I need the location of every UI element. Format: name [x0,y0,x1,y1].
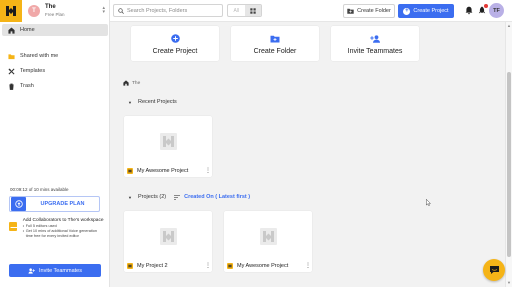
project-thumbnail [224,211,312,261]
user-avatar[interactable]: TF [489,3,504,18]
workspace-avatar: T [28,5,40,17]
caret-down-icon[interactable]: ▼ [128,195,132,200]
sidebar-item-shared[interactable]: Shared with me [2,50,108,62]
more-vertical-icon[interactable]: ⋮ [205,168,211,174]
project-thumbnail [124,211,212,261]
envelope-icon [9,222,21,231]
chat-support-button[interactable] [483,259,505,281]
grid-icon [250,7,256,14]
invite-teammates-card[interactable]: Invite Teammates [331,26,419,61]
project-card[interactable]: My Awesome Project ⋮ [224,211,312,272]
project-name: My Project 2 [137,263,168,269]
create-folder-card[interactable]: Create Folder [231,26,319,61]
grid-view-button[interactable] [244,5,261,16]
project-card[interactable]: My Project 2 ⋮ [124,211,212,272]
scroll-thumb[interactable] [507,72,511,257]
workspace-name: The [45,4,56,11]
scroll-down-icon[interactable]: ▼ [507,280,511,285]
sidebar-item-label: Templates [20,68,46,74]
collaborators-promo: Add Collaborators to The's workspace Ful… [9,218,105,256]
search-icon [118,7,124,14]
workspace-info: The Free Plan [45,4,65,17]
home-icon[interactable] [123,80,129,86]
create-project-button[interactable]: + Create Project [398,4,454,18]
chat-bubble-icon [489,266,499,274]
invite-teammates-button[interactable]: Invite Teammates [9,264,101,277]
sidebar: T The Free Plan ▴ ▾ Home Shared with me T… [0,0,110,287]
workspace-plan: Free Plan [45,11,65,17]
notification-dot [484,4,488,8]
search-box[interactable] [113,4,223,17]
person-add-icon [369,35,380,43]
bell-icon[interactable] [465,6,473,15]
person-add-icon [28,267,35,274]
mouse-cursor-icon [426,199,431,206]
project-thumbnail [124,116,212,166]
create-folder-button[interactable]: Create Folder [343,4,395,18]
templates-icon [8,68,15,75]
section-title: Recent Projects [137,99,177,105]
project-type-icon [127,168,133,174]
action-card-label: Create Folder [253,48,297,55]
sort-icon [174,194,181,200]
top-bar: All Create Folder + Create Project TF [110,0,512,22]
main-content: Create Project Create Folder Invite Team… [110,22,505,287]
upgrade-plan-button[interactable]: UPGRADE PLAN [9,196,100,212]
sidebar-nav: Home Shared with me Templates Trash [0,24,110,95]
trash-icon [8,83,15,90]
app-logo[interactable] [0,0,22,22]
action-card-label: Invite Teammates [347,48,403,55]
create-project-label: Create Project [413,8,449,14]
project-type-icon [227,263,233,269]
projects-header: ▼ Projects (2) Created On ( Latest first… [128,194,250,200]
list-view-button[interactable]: All [228,5,245,16]
sort-label: Created On ( Latest first ) [184,194,251,200]
search-input[interactable] [127,7,222,14]
more-vertical-icon[interactable]: ⋮ [305,263,311,269]
plus-circle-icon: + [403,7,411,15]
project-name: My Awesome Project [137,168,189,174]
breadcrumb-label[interactable]: The [132,81,140,86]
breadcrumb: The [123,80,140,86]
usage-text: 00:09:12 of 10 mins available [10,187,69,192]
folder-plus-icon [347,8,354,14]
workspace-switcher[interactable]: T The Free Plan ▴ ▾ [0,0,110,22]
upgrade-icon [11,197,26,211]
caret-down-icon[interactable]: ▼ [128,100,132,105]
home-icon [8,26,15,34]
recent-projects-header[interactable]: ▼ Recent Projects [128,99,177,105]
scroll-up-icon[interactable]: ▲ [507,23,511,28]
logo-placeholder-icon [259,227,277,245]
project-card[interactable]: My Awesome Project ⋮ [124,116,212,177]
chevron-updown-icon[interactable]: ▴ ▾ [102,6,105,15]
more-vertical-icon[interactable]: ⋮ [205,263,211,269]
view-toggle: All [227,4,262,17]
create-project-card[interactable]: Create Project [131,26,219,61]
sidebar-item-templates[interactable]: Templates [2,65,108,77]
create-folder-label: Create Folder [357,8,391,14]
sidebar-item-label: Shared with me [20,53,59,59]
sidebar-item-label: Home [20,27,35,33]
sort-dropdown[interactable]: Created On ( Latest first ) [174,194,250,200]
logo-placeholder-icon [159,132,177,150]
project-name: My Awesome Project [237,263,289,269]
upgrade-plan-label: UPGRADE PLAN [40,201,85,207]
folder-icon [8,53,15,60]
logo-mark-icon [6,6,16,16]
action-card-label: Create Project [152,48,198,55]
sidebar-item-home[interactable]: Home [2,24,108,36]
sidebar-item-trash[interactable]: Trash [2,80,108,92]
project-type-icon [127,263,133,269]
sidebar-item-label: Trash [20,83,34,89]
logo-placeholder-icon [159,227,177,245]
invite-teammates-label: Invite Teammates [38,267,82,274]
folder-plus-icon [270,35,280,43]
plus-circle-icon [170,34,180,43]
vertical-scrollbar[interactable]: ▲ ▼ [505,22,512,287]
collab-bullet: Get 10 mins of additional Voice generati… [23,229,105,239]
section-title: Projects (2) [137,194,167,200]
